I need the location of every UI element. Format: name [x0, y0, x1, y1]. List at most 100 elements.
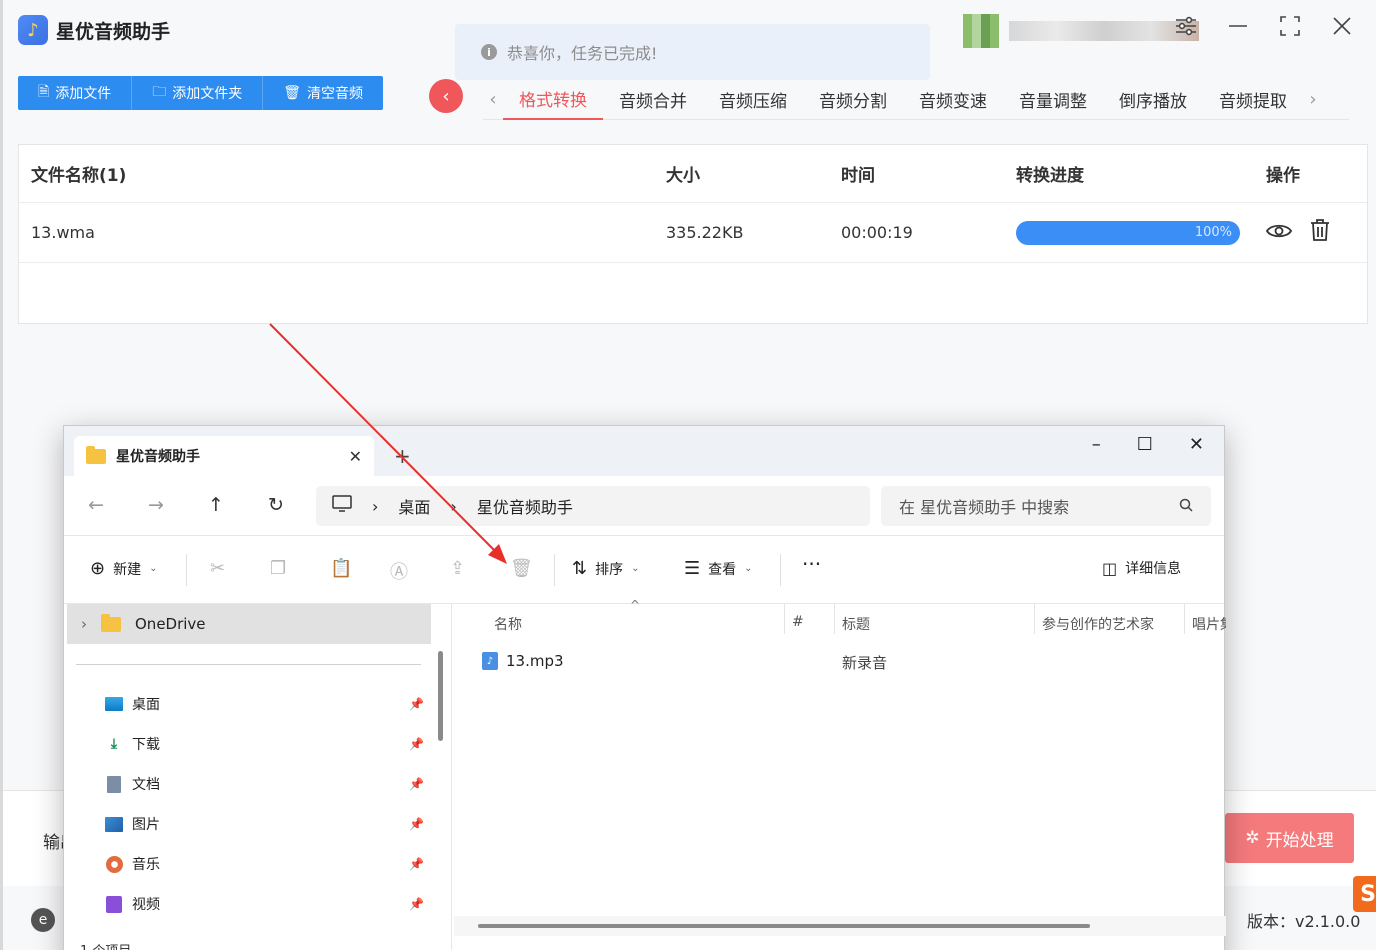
- fullscreen-icon[interactable]: [1278, 14, 1302, 38]
- list-item[interactable]: ♪ 13.mp3: [482, 652, 564, 670]
- tabs-next-icon[interactable]: ›: [1303, 89, 1323, 110]
- divider: [834, 604, 835, 634]
- chevron-left-icon: ‹: [442, 85, 450, 107]
- breadcrumb-folder[interactable]: 星优音频助手: [477, 494, 573, 518]
- col-header-title[interactable]: 标题: [842, 614, 870, 634]
- add-folder-button[interactable]: 🗀 添加文件夹: [132, 76, 264, 110]
- version-label: 版本：v2.1.0.0: [1247, 912, 1361, 931]
- tab-audio-speed[interactable]: 音频变速: [903, 80, 1003, 120]
- minimize-icon[interactable]: –: [1092, 434, 1101, 455]
- forward-arrow-icon[interactable]: →: [148, 494, 164, 516]
- tabs-prev-icon[interactable]: ‹: [483, 89, 503, 110]
- trash-icon: 🗑: [283, 85, 302, 101]
- toast-message: 恭喜你，任务已完成!: [507, 44, 658, 63]
- up-arrow-icon[interactable]: ↑: [208, 494, 224, 516]
- add-file-button[interactable]: 🗎 添加文件: [18, 76, 133, 110]
- folder-icon: 🗀: [152, 84, 167, 100]
- tab-audio-split[interactable]: 音频分割: [803, 80, 903, 120]
- explorer-window-controls: – ☐ ✕: [1092, 434, 1204, 455]
- computer-icon: [332, 495, 352, 517]
- sidebar-item-documents[interactable]: 文档 📌: [104, 769, 424, 799]
- status-item-count: 1 个项目: [80, 940, 131, 950]
- share-icon[interactable]: ⇪: [450, 558, 465, 579]
- app-window-controls: [1174, 14, 1354, 38]
- search-input[interactable]: 在 星优音频助手 中搜索: [881, 486, 1211, 526]
- view-button[interactable]: ☰ 查看 ⌄: [684, 558, 753, 579]
- tab-volume-adjust[interactable]: 音量调整: [1003, 80, 1103, 120]
- pin-icon[interactable]: 📌: [409, 777, 424, 791]
- delete-icon[interactable]: [1310, 219, 1330, 246]
- file-table: 文件名称(1) 大小 时间 转换进度 操作 13.wma 335.22KB 00…: [18, 144, 1368, 324]
- pin-icon[interactable]: 📌: [409, 897, 424, 911]
- new-tab-plus-icon[interactable]: +: [394, 444, 411, 468]
- folder-icon: [101, 613, 121, 632]
- start-processing-button[interactable]: ✲ 开始处理: [1225, 813, 1354, 863]
- col-header-name[interactable]: 名称: [494, 614, 522, 634]
- tab-format-convert[interactable]: 格式转换: [503, 80, 603, 120]
- explorer-tab[interactable]: 星优音频助手 ✕: [74, 436, 374, 476]
- maximize-icon[interactable]: ☐: [1137, 434, 1153, 455]
- delete-icon[interactable]: 🗑: [510, 558, 533, 579]
- chevron-down-icon: ⌄: [744, 563, 753, 574]
- close-icon[interactable]: [1330, 14, 1354, 38]
- sidebar-item-onedrive[interactable]: › OneDrive: [67, 604, 431, 644]
- sidebar-item-music[interactable]: 音乐 📌: [104, 849, 424, 879]
- chevron-right-icon: ›: [81, 615, 87, 633]
- sort-button[interactable]: ⇅ 排序 ⌄: [572, 558, 639, 579]
- tab-audio-extract[interactable]: 音频提取: [1203, 80, 1303, 120]
- settings-sliders-icon[interactable]: [1174, 14, 1198, 38]
- copy-icon[interactable]: ❐: [270, 558, 286, 579]
- col-header-artist[interactable]: 参与创作的艺术家: [1042, 614, 1154, 634]
- tab-close-icon[interactable]: ✕: [349, 447, 362, 466]
- progress-bar: 100%: [1016, 220, 1240, 245]
- desktop-icon: [104, 695, 124, 713]
- clear-audio-button[interactable]: 🗑 清空音频: [263, 76, 383, 110]
- pin-icon[interactable]: 📌: [409, 737, 424, 751]
- back-circle-button[interactable]: ‹: [429, 79, 463, 113]
- app-logo-icon: ♪: [18, 15, 48, 45]
- more-icon[interactable]: ···: [802, 552, 821, 576]
- col-progress: 转换进度: [1016, 166, 1084, 186]
- sidebar-scrollbar[interactable]: [438, 651, 443, 741]
- tab-audio-merge[interactable]: 音频合并: [603, 80, 703, 120]
- chevron-right-icon: ›: [450, 496, 457, 516]
- address-bar[interactable]: › 桌面 › 星优音频助手: [316, 486, 870, 526]
- spinner-icon: ✲: [1245, 828, 1260, 848]
- breadcrumb-desktop[interactable]: 桌面: [398, 494, 430, 518]
- explorer-nav-bar: ← → ↑ ↻ › 桌面 › 星优音频助手 在 星优音频助手 中搜索: [64, 476, 1224, 536]
- avatar[interactable]: [963, 14, 999, 48]
- table-row[interactable]: 13.wma 335.22KB 00:00:19 100%: [19, 203, 1367, 263]
- s-badge-icon: S: [1353, 876, 1376, 912]
- pin-icon[interactable]: 📌: [409, 857, 424, 871]
- audio-file-icon: ♪: [482, 652, 498, 670]
- tab-audio-compress[interactable]: 音频压缩: [703, 80, 803, 120]
- pin-icon[interactable]: 📌: [409, 697, 424, 711]
- sidebar-item-videos[interactable]: 视频 📌: [104, 889, 424, 919]
- col-header-album[interactable]: 唱片集: [1192, 614, 1226, 634]
- minimize-icon[interactable]: [1226, 14, 1250, 38]
- tab-reverse-play[interactable]: 倒序播放: [1103, 80, 1203, 120]
- chevron-down-icon: ⌄: [149, 563, 158, 574]
- cut-icon[interactable]: ✂: [210, 558, 225, 579]
- col-header-number[interactable]: #: [792, 614, 804, 630]
- paste-icon[interactable]: 📋: [330, 558, 352, 579]
- preview-eye-icon[interactable]: [1265, 221, 1293, 245]
- view-lines-icon: ☰: [684, 558, 701, 579]
- file-icon: 🗎: [38, 84, 50, 100]
- details-pane-button[interactable]: ◫ 详细信息: [1102, 558, 1181, 578]
- sidebar-item-downloads[interactable]: ⤓ 下载 📌: [104, 729, 424, 759]
- user-area[interactable]: [963, 14, 1199, 48]
- rename-icon[interactable]: Ⓐ: [390, 558, 408, 584]
- refresh-icon[interactable]: ↻: [268, 494, 284, 516]
- row-size: 335.22KB: [666, 223, 744, 242]
- browser-e-icon[interactable]: e: [31, 908, 55, 932]
- row-progress-cell: 100%: [1016, 220, 1240, 245]
- pin-icon[interactable]: 📌: [409, 817, 424, 831]
- back-arrow-icon[interactable]: ←: [88, 494, 104, 516]
- sidebar-item-desktop[interactable]: 桌面 📌: [104, 689, 424, 719]
- horizontal-scrollbar[interactable]: [478, 924, 1090, 928]
- new-button[interactable]: ⊕ 新建 ⌄: [90, 558, 157, 579]
- close-icon[interactable]: ✕: [1189, 434, 1204, 455]
- file-name: 13.mp3: [506, 652, 564, 670]
- sidebar-item-pictures[interactable]: 图片 📌: [104, 809, 424, 839]
